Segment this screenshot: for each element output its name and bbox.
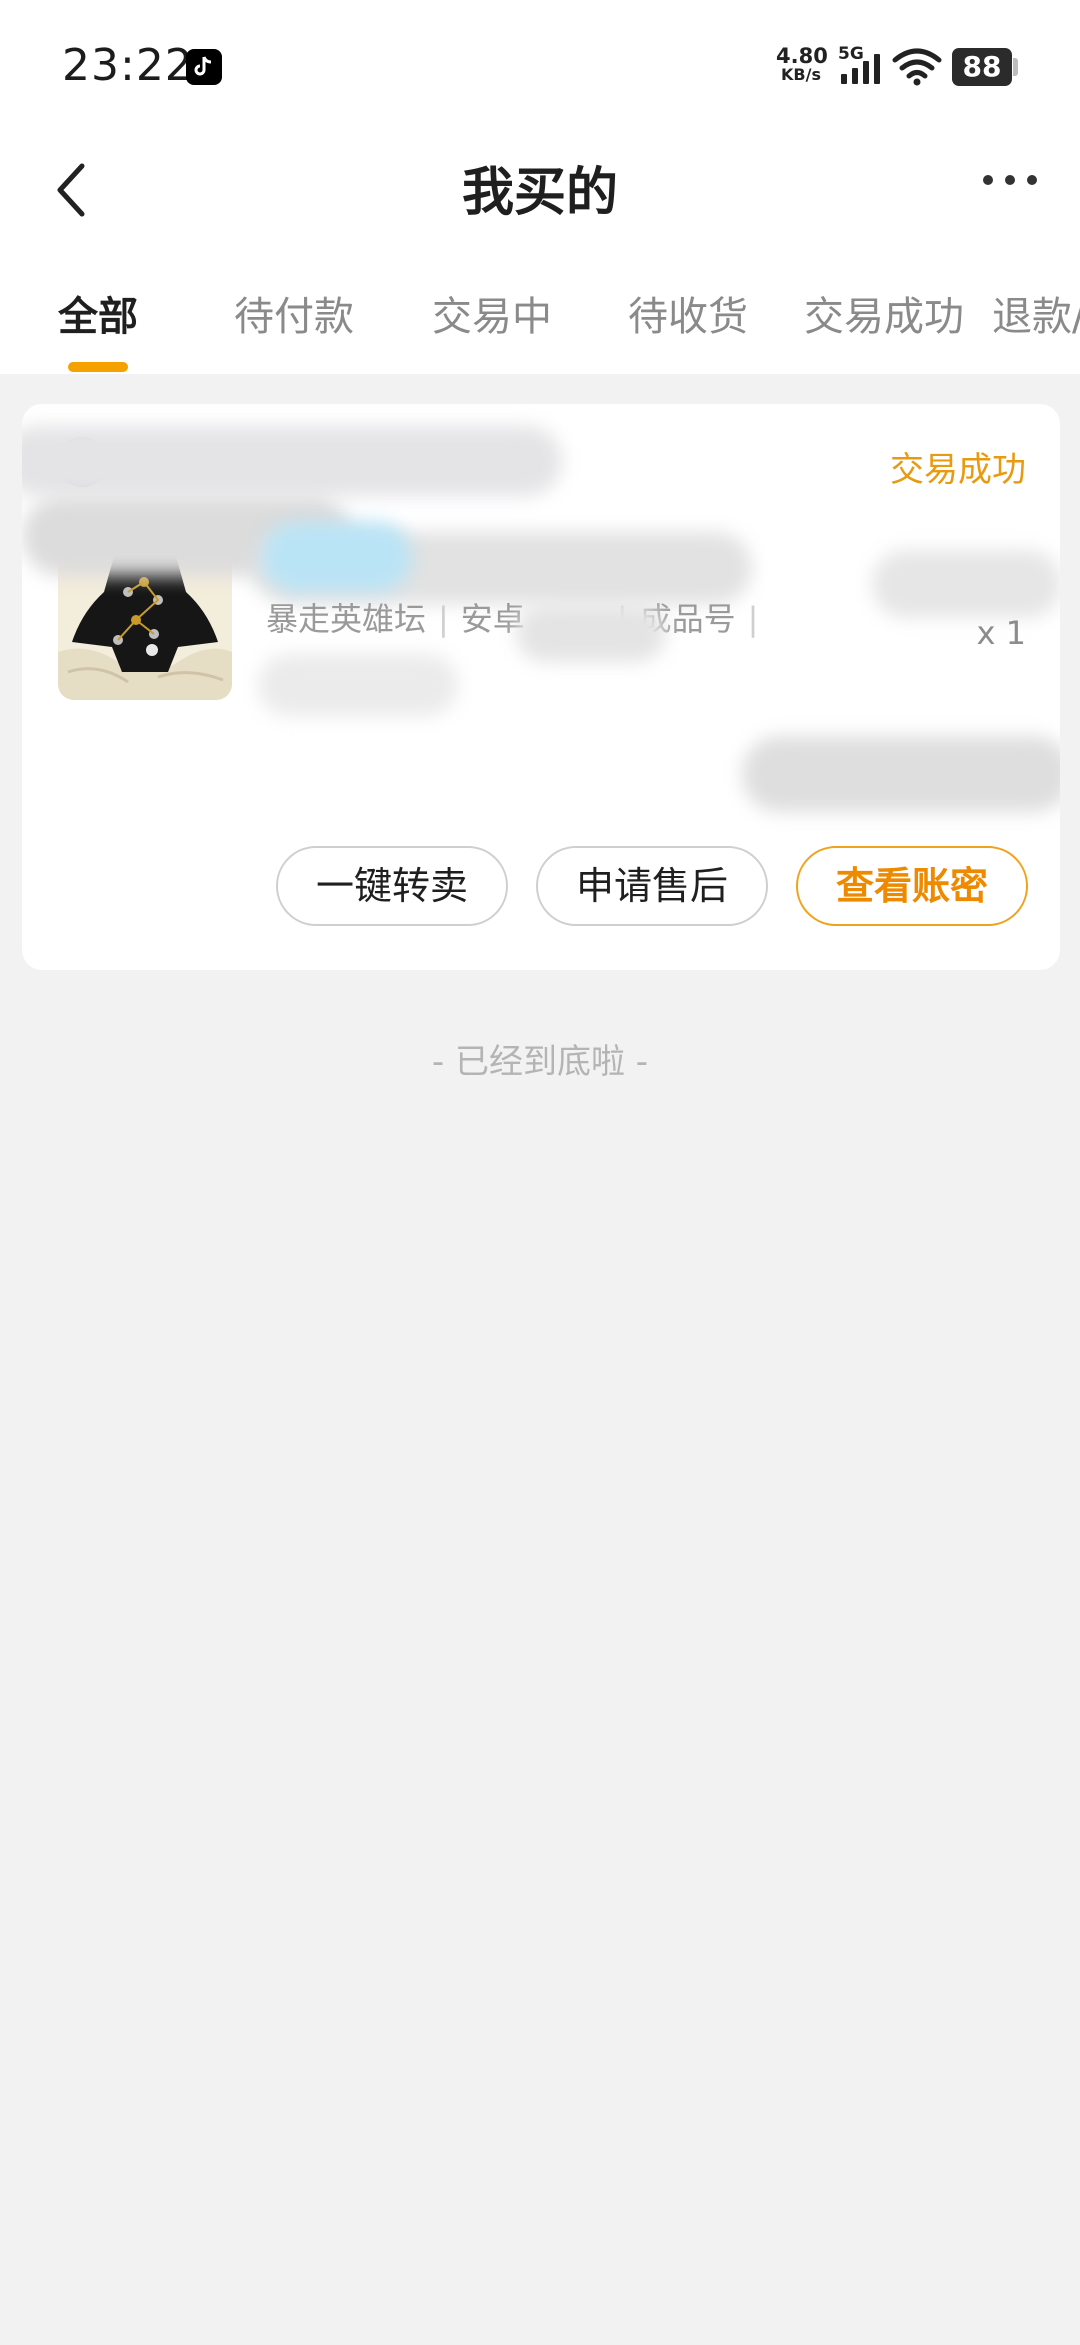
page-title: 我买的	[461, 163, 618, 223]
order-card[interactable]: 交易成功 暴走英雄坛|安卓|成品号| x 1 一键转卖 申请售后 查看账密	[22, 404, 1060, 970]
redacted-sub-info	[258, 654, 458, 716]
redacted-product-title-highlight	[262, 522, 412, 592]
battery-tip	[1013, 58, 1018, 76]
tab-all[interactable]: 全部	[58, 284, 138, 342]
signal-icon	[841, 54, 880, 84]
wifi-icon	[892, 48, 942, 86]
network-speed-value: 4.80	[776, 44, 828, 68]
game-name: 暴走英雄坛	[266, 600, 427, 638]
tab-pending-payment[interactable]: 待付款	[234, 284, 354, 342]
redacted-meta	[516, 604, 666, 662]
tab-in-transaction[interactable]: 交易中	[432, 284, 552, 342]
tab-pending-receipt[interactable]: 待收货	[628, 284, 748, 342]
order-status: 交易成功	[890, 450, 1026, 490]
resell-button[interactable]: 一键转卖	[276, 846, 508, 926]
tab-refund[interactable]: 退款/	[992, 284, 1080, 342]
network-speed-unit: KB/s	[781, 65, 821, 84]
view-account-button[interactable]: 查看账密	[796, 846, 1028, 926]
tiktok-icon	[186, 49, 222, 85]
status-time: 23:22	[62, 40, 194, 91]
end-of-list-tip: - 已经到底啦 -	[431, 1042, 649, 1082]
redacted-price	[872, 550, 1060, 618]
more-horizontal-icon[interactable]	[980, 170, 1040, 190]
battery-icon: 88	[952, 48, 1012, 86]
tab-active-indicator	[68, 362, 128, 372]
redacted-total	[742, 736, 1060, 812]
after-sale-button[interactable]: 申请售后	[536, 846, 768, 926]
network-speed: 4.80 KB/s	[776, 44, 828, 84]
tab-completed[interactable]: 交易成功	[804, 284, 964, 342]
order-quantity: x 1	[976, 614, 1026, 652]
redacted-shop-name	[22, 426, 562, 496]
